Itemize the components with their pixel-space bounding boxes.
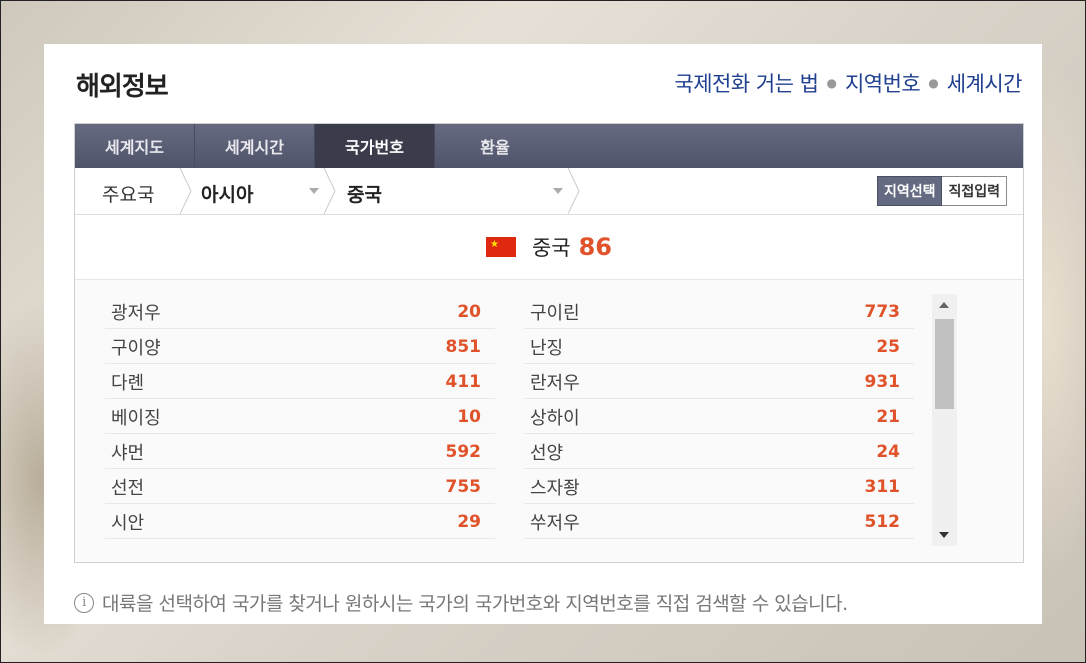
direct-input-button[interactable]: 직접입력 [942, 176, 1007, 206]
country-code: 86 [578, 233, 613, 261]
list-item[interactable]: 선전 755 [105, 470, 495, 504]
tab-exchange-rate[interactable]: 환율 [435, 124, 555, 168]
list-item[interactable]: 란저우 931 [524, 365, 914, 399]
scrollbar-thumb[interactable] [935, 319, 954, 409]
city-code-list: 광저우 20 구이양 851 다롄 411 베이징 10 샤먼 592 선전 755 시안 2… [75, 280, 1023, 561]
country-code-widget: 세계지도 세계시간 국가번호 환율 주요국 아시아 중국 지역선택 직접입력 ★… [74, 123, 1024, 563]
chevron-right-icon [567, 168, 580, 214]
list-item[interactable]: 구이린 773 [524, 295, 914, 329]
page-title: 해외정보 [76, 72, 169, 102]
tab-bar: 세계지도 세계시간 국가번호 환율 [75, 124, 1023, 168]
tab-world-map[interactable]: 세계지도 [75, 124, 195, 168]
help-note-text: 대륙을 선택하여 국가를 찾거나 원하시는 국가의 국가번호와 지역번호를 직접… [102, 593, 848, 615]
region-select-button[interactable]: 지역선택 [876, 176, 943, 206]
top-links: 국제전화 거는 법 ● 지역번호 ● 세계시간 [674, 68, 1022, 98]
list-item[interactable]: 광저우 20 [105, 295, 495, 329]
scrollbar[interactable] [932, 294, 957, 546]
dropdown-arrow-icon[interactable] [309, 188, 319, 194]
help-note: i 대륙을 선택하여 국가를 찾거나 원하시는 국가의 국가번호와 지역번호를 … [74, 589, 848, 616]
chevron-right-icon [179, 168, 192, 214]
country-header: ★ 중국 86 [75, 215, 1023, 280]
list-item[interactable]: 상하이 21 [524, 400, 914, 434]
scroll-up-icon[interactable] [939, 302, 949, 308]
link-intl-call-guide[interactable]: 국제전화 거는 법 [674, 68, 819, 98]
list-item[interactable]: 스자좡 311 [524, 470, 914, 504]
list-item[interactable]: 다롄 411 [105, 365, 495, 399]
mode-toggle: 지역선택 직접입력 [876, 176, 1007, 206]
list-item[interactable]: 선양 24 [524, 435, 914, 469]
china-flag-icon: ★ [485, 237, 516, 257]
list-item[interactable]: 시안 29 [105, 505, 495, 539]
scroll-down-icon[interactable] [939, 532, 949, 538]
tab-world-time[interactable]: 세계시간 [195, 124, 315, 168]
tab-country-code[interactable]: 국가번호 [315, 124, 435, 168]
list-item[interactable]: 샤먼 592 [105, 435, 495, 469]
list-item[interactable]: 쑤저우 512 [524, 505, 914, 539]
city-column-left: 광저우 20 구이양 851 다롄 411 베이징 10 샤먼 592 선전 755 시안 2… [105, 295, 495, 540]
country-select[interactable]: 중국 [347, 180, 382, 207]
dropdown-arrow-icon[interactable] [553, 188, 563, 194]
separator-dot: ● [928, 76, 939, 90]
overseas-info-card: 해외정보 국제전화 거는 법 ● 지역번호 ● 세계시간 세계지도 세계시간 국… [44, 44, 1042, 624]
list-item[interactable]: 난징 25 [524, 330, 914, 364]
list-item[interactable]: 베이징 10 [105, 400, 495, 434]
breadcrumb-major-countries[interactable]: 주요국 [102, 180, 154, 207]
city-column-right: 구이린 773 난징 25 란저우 931 상하이 21 선양 24 스자좡 311 쑤저우… [524, 295, 914, 540]
chevron-right-icon [323, 168, 336, 214]
info-icon: i [74, 592, 94, 613]
link-world-time[interactable]: 세계시간 [947, 68, 1023, 98]
breadcrumb: 주요국 아시아 중국 지역선택 직접입력 [75, 168, 1023, 215]
list-item[interactable]: 구이양 851 [105, 330, 495, 364]
separator-dot: ● [826, 76, 837, 90]
link-area-code[interactable]: 지역번호 [845, 68, 921, 98]
country-name: 중국 [531, 236, 571, 260]
continent-select[interactable]: 아시아 [201, 180, 253, 207]
